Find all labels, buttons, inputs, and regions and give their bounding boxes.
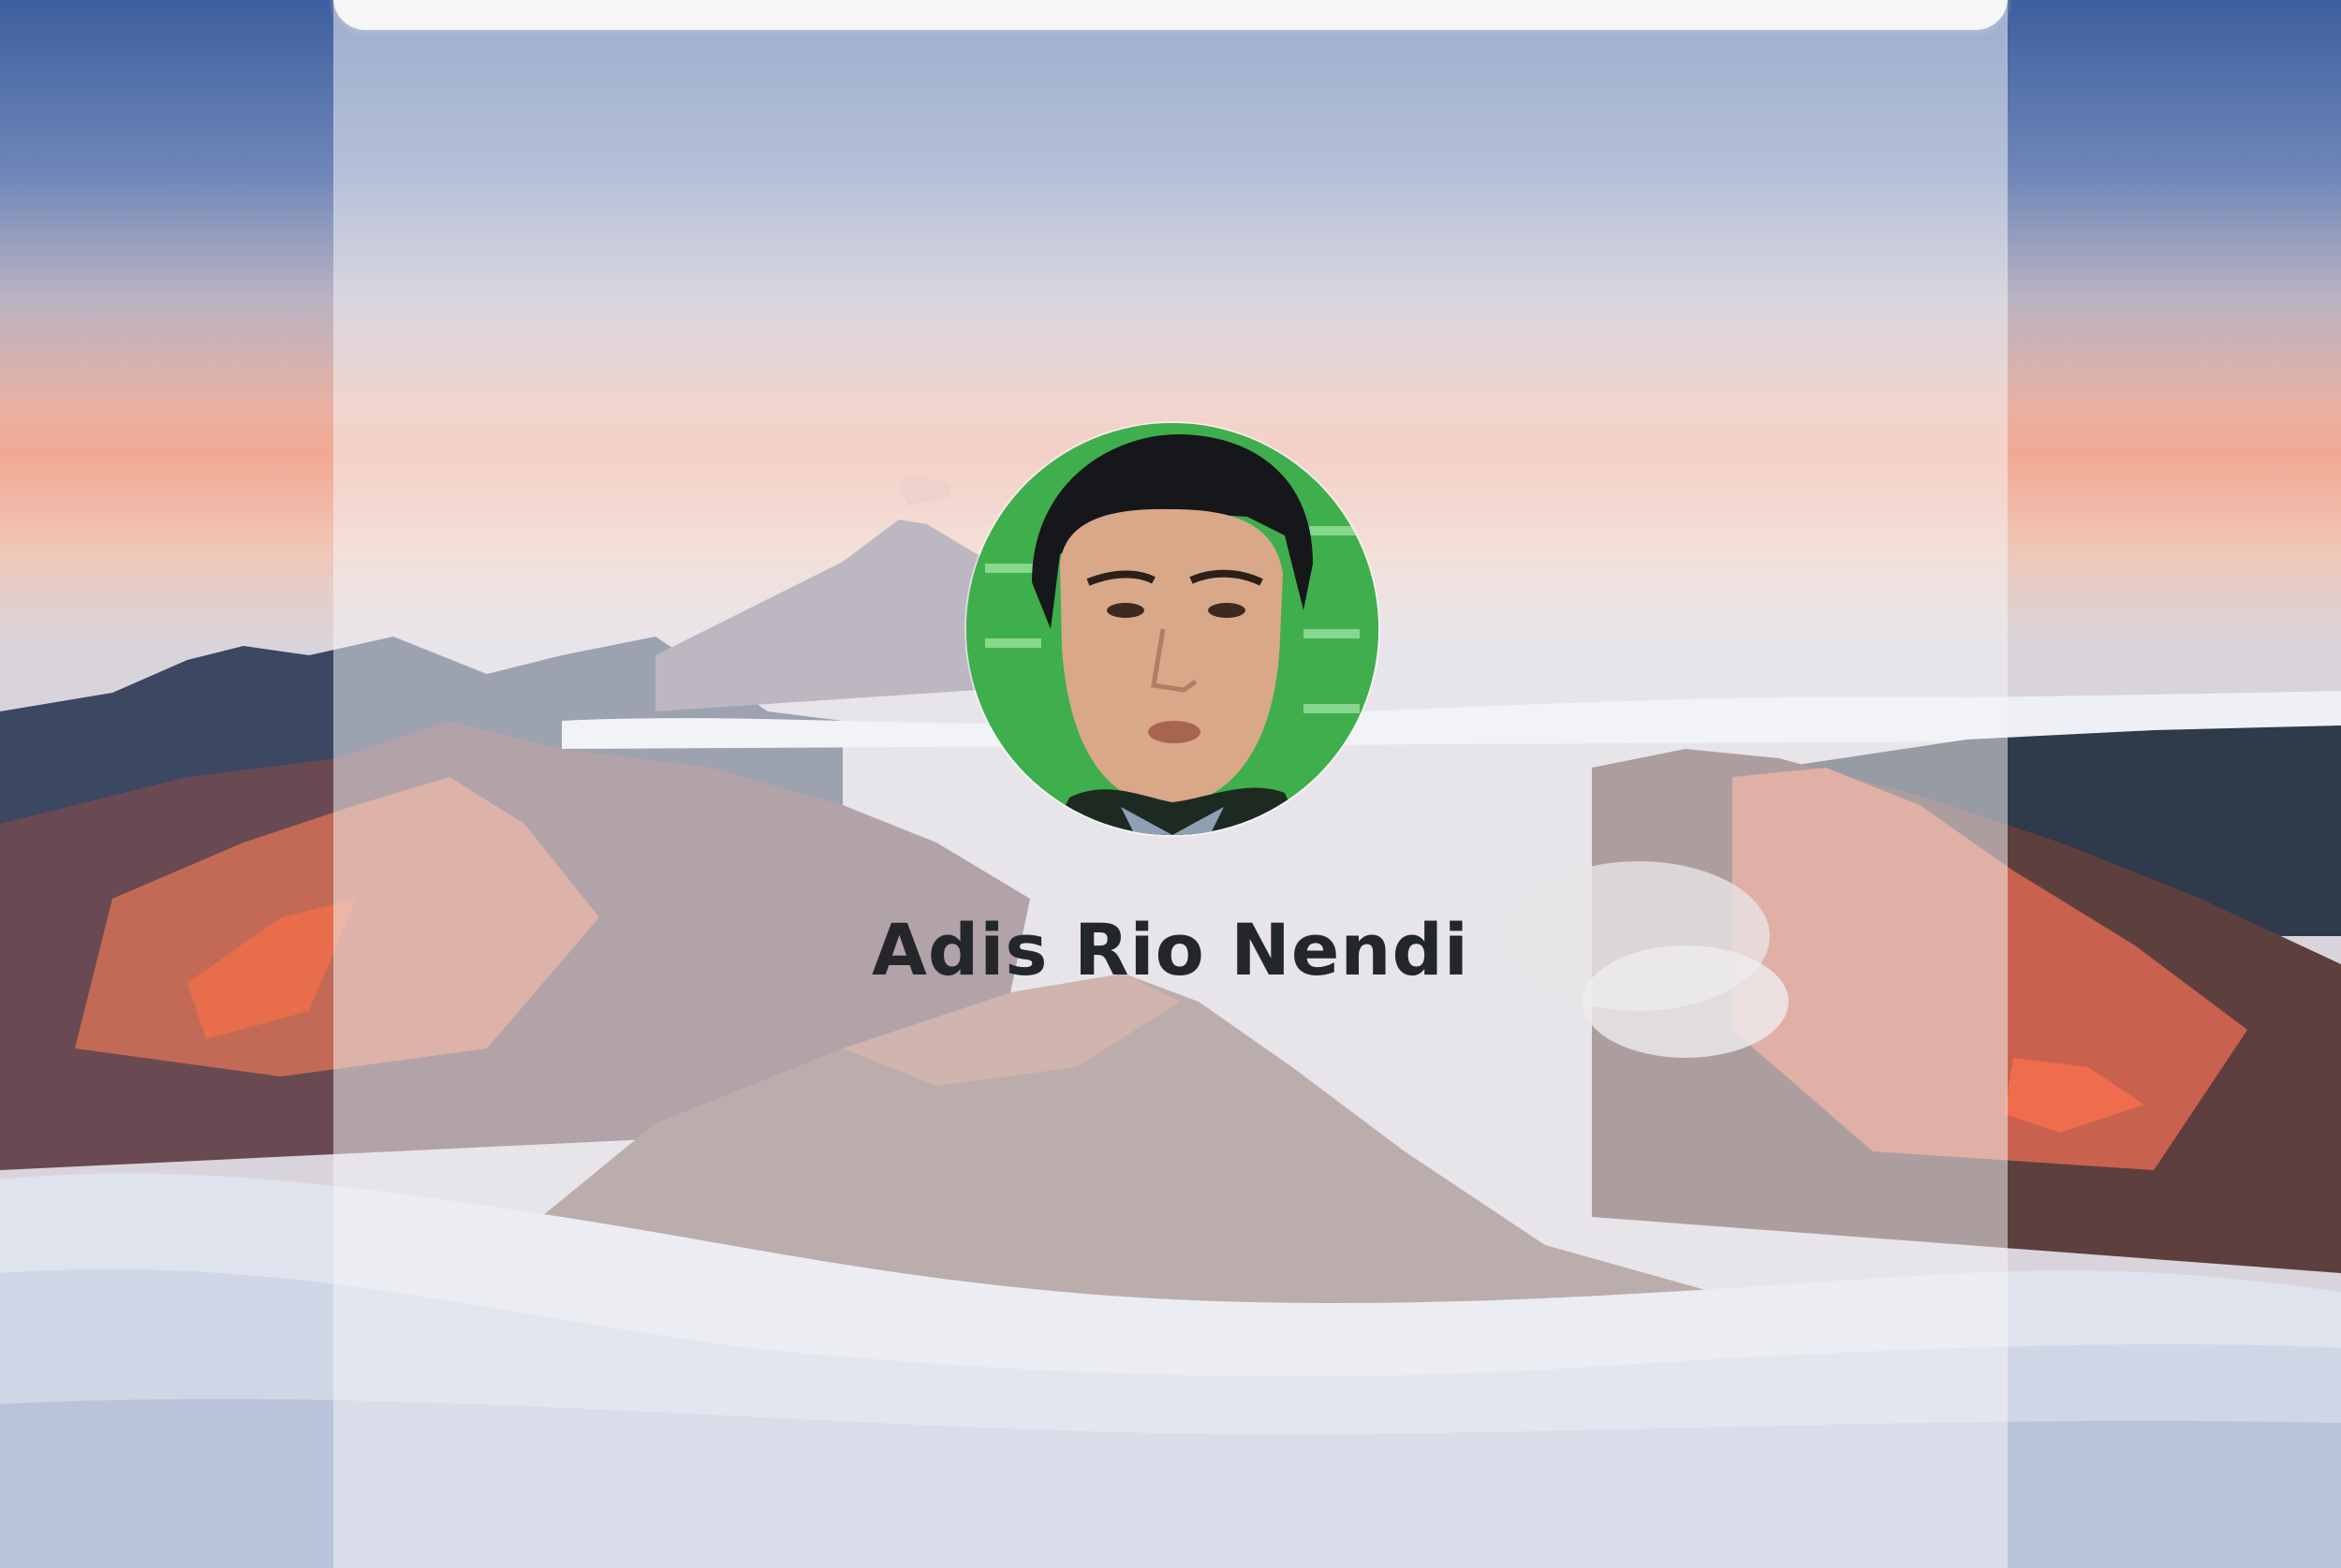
profile-photo-icon: [966, 423, 1378, 835]
top-card: [333, 0, 2008, 30]
avatar[interactable]: [966, 423, 1378, 835]
profile-name: Adis Rio Nendi: [872, 908, 1469, 991]
